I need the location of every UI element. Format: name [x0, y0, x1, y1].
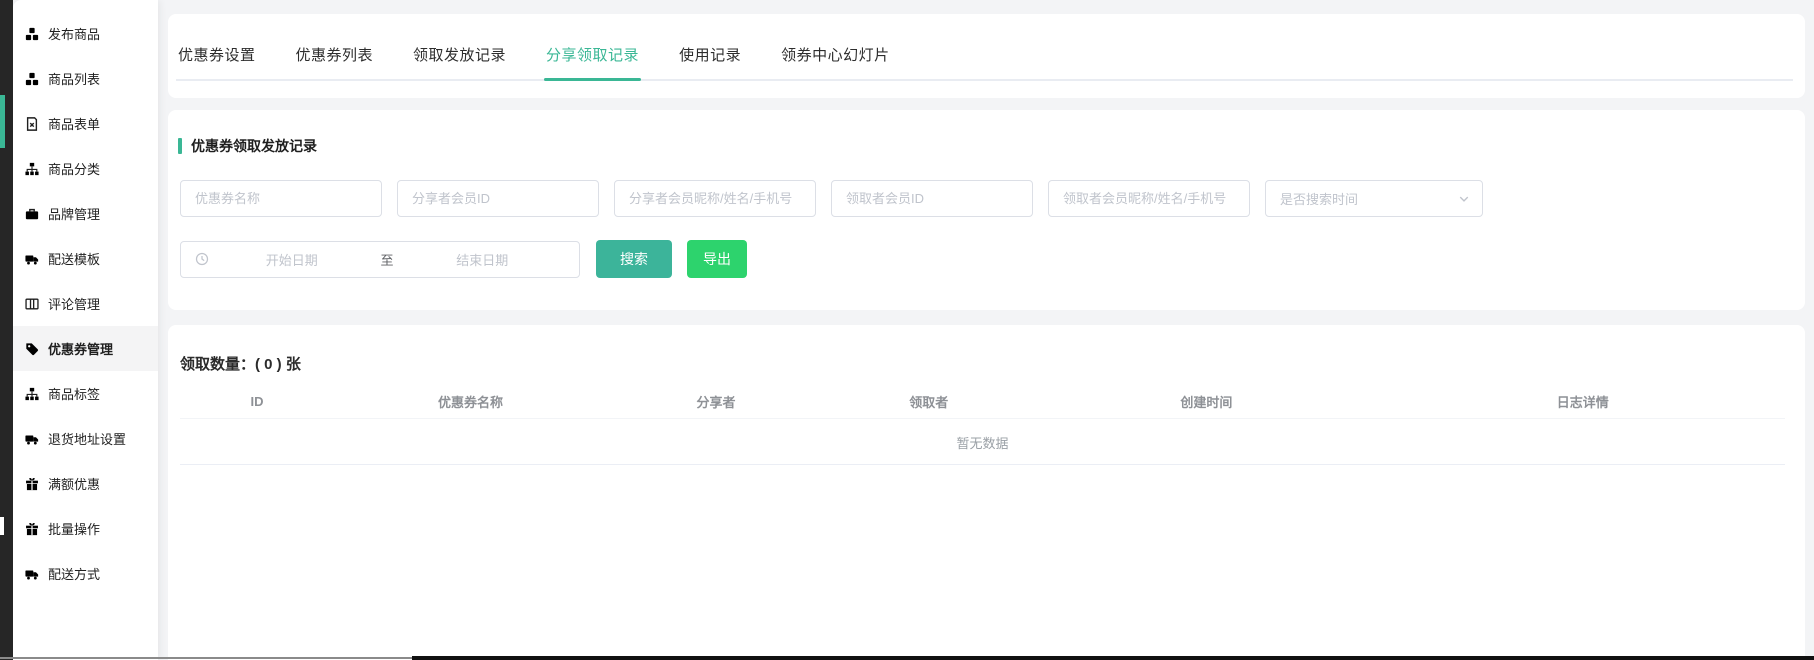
sitemap-icon: [25, 387, 39, 401]
sidebar-item-label: 批量操作: [48, 519, 100, 538]
clock-icon: [195, 252, 209, 266]
tab-4[interactable]: 使用记录: [677, 44, 743, 79]
filter-input-1[interactable]: [397, 180, 599, 217]
tab-bar: 优惠券设置 优惠券列表领取发放记录 分享领取记录 使用记录 领券中心幻灯片: [176, 14, 1793, 81]
rail-scroll-thumb[interactable]: [0, 517, 4, 535]
filter-card: 优惠券领取发放记录 是否搜索时间 开始日期 至 结束日期 搜索 导出: [168, 110, 1805, 310]
gift-icon: [25, 522, 39, 536]
tab-0[interactable]: 优惠券设置: [176, 44, 258, 79]
sidebar-nav: 发布商品商品列表商品表单商品分类品牌管理配送模板评论管理优惠券管理商品标签退货地…: [13, 0, 158, 660]
sidebar-item-5[interactable]: 配送模板: [13, 236, 158, 281]
truck-icon: [25, 252, 39, 266]
sidebar-item-12[interactable]: 配送方式: [13, 551, 158, 596]
sidebar-item-label: 配送模板: [48, 249, 100, 268]
tab-2[interactable]: 领取发放记录: [411, 44, 508, 79]
sidebar-item-label: 品牌管理: [48, 204, 100, 223]
table-header-row: ID优惠券名称分享者领取者创建时间日志详情: [180, 385, 1785, 419]
filter-input-3[interactable]: [831, 180, 1033, 217]
sidebar-item-label: 商品表单: [48, 114, 100, 133]
table-empty-state: 暂无数据: [180, 420, 1785, 465]
tabs-card: 优惠券设置 优惠券列表领取发放记录 分享领取记录 使用记录 领券中心幻灯片: [168, 14, 1805, 98]
sidebar-item-label: 商品标签: [48, 384, 100, 403]
tag-icon: [25, 342, 39, 356]
sidebar-item-8[interactable]: 商品标签: [13, 371, 158, 416]
rail-active-indicator: [0, 95, 5, 148]
file-form-icon: [25, 117, 39, 131]
sidebar-item-label: 满额优惠: [48, 474, 100, 493]
sidebar-item-7[interactable]: 优惠券管理: [13, 326, 158, 371]
main-content: 优惠券设置 优惠券列表领取发放记录 分享领取记录 使用记录 领券中心幻灯片 优惠券领取发…: [158, 0, 1814, 660]
tab-3[interactable]: 分享领取记录: [544, 44, 641, 79]
section-title-text: 优惠券领取发放记录: [191, 136, 317, 156]
column-header-4: 创建时间: [1032, 392, 1380, 411]
records-card: 领取数量：( 0 ) 张 ID优惠券名称分享者领取者创建时间日志详情 暂无数据: [168, 325, 1805, 660]
date-range-separator: 至: [375, 250, 400, 269]
sidebar-item-11[interactable]: 批量操作: [13, 506, 158, 551]
filter-inputs-row: 是否搜索时间: [180, 180, 1483, 217]
bottom-clipped-bar: [412, 656, 1814, 660]
sidebar-item-label: 商品分类: [48, 159, 100, 178]
section-title: 优惠券领取发放记录: [178, 136, 317, 156]
export-button[interactable]: 导出: [687, 240, 747, 278]
tab-1[interactable]: 优惠券列表: [294, 44, 376, 79]
column-header-5: 日志详情: [1381, 392, 1785, 411]
column-header-2: 分享者: [607, 392, 825, 411]
truck-icon: [25, 567, 39, 581]
sidebar-item-label: 商品列表: [48, 69, 100, 88]
search-button[interactable]: 搜索: [596, 240, 672, 278]
claimed-count-label: 领取数量：( 0 ) 张: [180, 353, 301, 374]
column-header-1: 优惠券名称: [334, 392, 607, 411]
date-range-picker[interactable]: 开始日期 至 结束日期: [180, 241, 580, 278]
time-search-select-value: 是否搜索时间: [1280, 189, 1358, 208]
end-date-field[interactable]: 结束日期: [400, 250, 566, 269]
cubes-icon: [25, 72, 39, 86]
tab-5[interactable]: 领券中心幻灯片: [779, 44, 892, 79]
start-date-field[interactable]: 开始日期: [209, 250, 375, 269]
cubes-icon: [25, 27, 39, 41]
sitemap-icon: [25, 162, 39, 176]
sidebar-item-9[interactable]: 退货地址设置: [13, 416, 158, 461]
filter-input-2[interactable]: [614, 180, 816, 217]
column-header-0: ID: [180, 394, 334, 409]
filter-actions-row: 开始日期 至 结束日期 搜索 导出: [180, 240, 747, 278]
sidebar-item-label: 退货地址设置: [48, 429, 126, 448]
briefcase-icon: [25, 207, 39, 221]
gift-icon: [25, 477, 39, 491]
sidebar-item-2[interactable]: 商品表单: [13, 101, 158, 146]
sidebar-item-3[interactable]: 商品分类: [13, 146, 158, 191]
section-title-accent-bar: [178, 138, 182, 154]
sidebar-item-1[interactable]: 商品列表: [13, 56, 158, 101]
sidebar-item-6[interactable]: 评论管理: [13, 281, 158, 326]
sidebar-item-label: 发布商品: [48, 24, 100, 43]
collapsed-menu-rail: [0, 0, 13, 660]
columns-icon: [25, 297, 39, 311]
sidebar-item-4[interactable]: 品牌管理: [13, 191, 158, 236]
column-header-3: 领取者: [825, 392, 1032, 411]
sidebar-item-label: 优惠券管理: [48, 339, 113, 358]
sidebar-item-10[interactable]: 满额优惠: [13, 461, 158, 506]
sidebar-item-label: 配送方式: [48, 564, 100, 583]
truck-icon: [25, 432, 39, 446]
filter-input-4[interactable]: [1048, 180, 1250, 217]
chevron-down-icon: [1458, 193, 1470, 205]
sidebar-item-0[interactable]: 发布商品: [13, 11, 158, 56]
time-search-select[interactable]: 是否搜索时间: [1265, 180, 1483, 217]
sidebar-item-label: 评论管理: [48, 294, 100, 313]
bottom-edge-line: [0, 657, 412, 659]
filter-input-0[interactable]: [180, 180, 382, 217]
